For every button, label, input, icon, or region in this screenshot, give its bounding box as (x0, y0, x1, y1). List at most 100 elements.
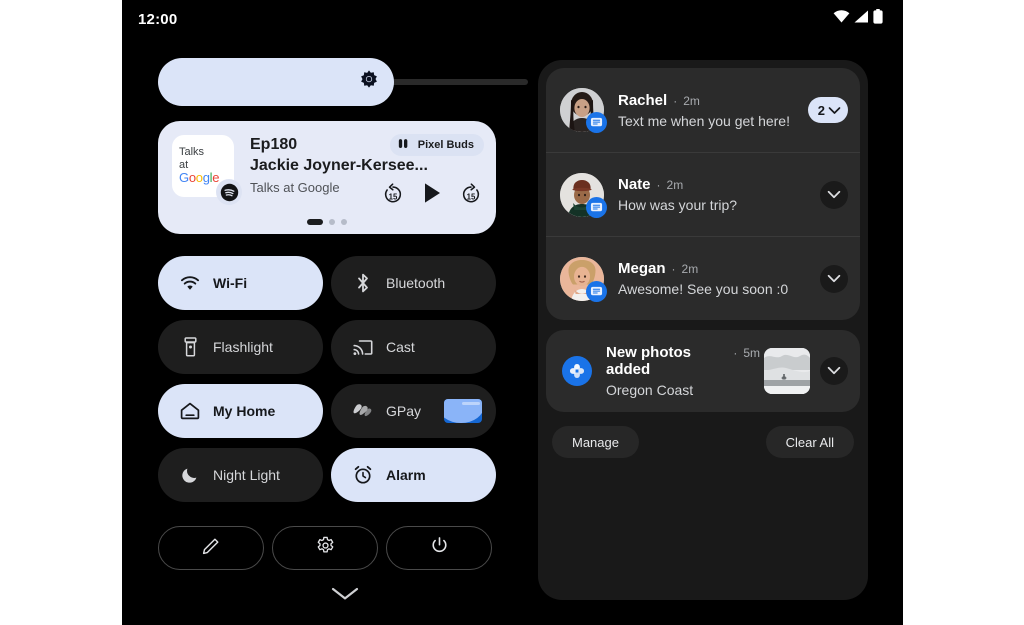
notification-header: Megan · 2m (618, 260, 820, 277)
messages-icon (586, 112, 607, 133)
notification-footer-actions: Manage Clear All (546, 412, 860, 458)
notification-separator: · (673, 93, 678, 108)
notification-sender: Nate (618, 176, 651, 193)
chevron-down-icon (330, 586, 360, 607)
notification-body: Nate · 2m How was your trip? (618, 176, 820, 213)
rewind-15-button[interactable]: 15 (382, 182, 404, 209)
media-title: Jackie Joyner-Kersee... (250, 157, 428, 174)
media-player-card[interactable]: Talks at Google Ep180 Jackie Joyner-Kers… (158, 121, 496, 234)
tile-my-home[interactable]: My Home (158, 384, 323, 438)
bluetooth-icon (353, 273, 373, 293)
notification-message: Awesome! See you soon :0 (618, 281, 789, 297)
flashlight-icon (180, 337, 200, 357)
notification-separator: · (656, 178, 661, 192)
spotify-icon (216, 179, 242, 205)
notification-body: Rachel · 2m Text me when you get here! (618, 92, 808, 129)
tile-label: My Home (213, 403, 276, 419)
cast-icon (353, 339, 373, 356)
edit-tiles-button[interactable] (158, 526, 264, 570)
notification-expand-button[interactable] (820, 357, 848, 385)
notification-time: 2m (683, 93, 700, 108)
notification-megan[interactable]: Megan · 2m Awesome! See you soon :0 (546, 236, 860, 320)
tile-label: Bluetooth (386, 275, 446, 291)
notification-header: New photos added · 5m (606, 344, 760, 378)
media-controls: 15 15 (382, 182, 482, 209)
gpay-icon (353, 403, 373, 419)
notification-separator: · (671, 262, 676, 276)
power-icon (430, 536, 449, 560)
power-button[interactable] (386, 526, 492, 570)
play-button[interactable] (422, 182, 442, 209)
messages-icon (586, 280, 607, 302)
wifi-icon (833, 10, 850, 28)
alarm-icon (353, 465, 373, 485)
notification-time: 2m (681, 262, 699, 276)
tile-label: Cast (386, 339, 415, 355)
earbuds-icon (398, 138, 413, 153)
messages-icon (586, 196, 607, 218)
chevron-down-icon (828, 103, 841, 118)
notification-expand-button[interactable] (820, 180, 848, 209)
quick-settings-tiles: Wi-Fi Bluetooth Flashlight Cast My Home … (158, 256, 532, 502)
google-wordmark: Google (179, 170, 220, 186)
brightness-slider-fill[interactable] (158, 58, 394, 106)
notification-photos[interactable]: New photos added · 5m Oregon Coast (546, 330, 860, 412)
notification-time: 2m (666, 178, 684, 192)
media-output-device-chip[interactable]: Pixel Buds (389, 134, 484, 156)
notification-body: Megan · 2m Awesome! See you soon :0 (618, 260, 820, 297)
page-dot[interactable] (341, 219, 347, 225)
notification-panel: Rachel · 2m Text me when you get here! 2 (538, 60, 868, 600)
phone-screen: 12:00 Talks at Google Ep180 Jackie Joyne… (122, 0, 903, 625)
manage-button[interactable]: Manage (552, 426, 639, 458)
status-bar-icons (833, 9, 883, 29)
moon-icon (180, 466, 200, 484)
home-icon (180, 402, 200, 420)
pencil-icon (202, 536, 221, 560)
forward-15-button[interactable]: 15 (460, 182, 482, 209)
google-photos-icon (562, 356, 592, 386)
chevron-down-icon (827, 362, 841, 380)
chevron-down-icon (827, 186, 841, 204)
tile-flashlight[interactable]: Flashlight (158, 320, 323, 374)
tile-cast[interactable]: Cast (331, 320, 496, 374)
page-dot[interactable] (329, 219, 335, 225)
settings-button[interactable] (272, 526, 378, 570)
svg-text:15: 15 (467, 192, 476, 201)
notification-header: Rachel · 2m (618, 92, 808, 109)
tile-alarm[interactable]: Alarm (331, 448, 496, 502)
gear-icon (316, 536, 335, 560)
tile-label: Wi-Fi (213, 275, 248, 291)
wifi-icon (180, 275, 200, 291)
page-dot-active[interactable] (307, 219, 323, 225)
tile-label: GPay (386, 403, 422, 419)
notification-group-count-badge[interactable]: 2 (807, 97, 848, 123)
status-bar-clock: 12:00 (138, 10, 178, 28)
clear-all-button[interactable]: Clear All (765, 426, 854, 458)
media-page-indicator[interactable] (158, 219, 496, 225)
tile-label: Night Light (213, 467, 280, 483)
notification-sender: Megan (618, 260, 666, 277)
notification-message: How was your trip? (618, 197, 738, 213)
quick-settings-footer-actions (158, 526, 532, 570)
tile-wifi[interactable]: Wi-Fi (158, 256, 323, 310)
avatar-wrapper (560, 88, 607, 133)
svg-text:15: 15 (389, 192, 398, 201)
avatar-wrapper (560, 256, 607, 302)
notification-header: Nate · 2m (618, 176, 820, 193)
group-count-label: 2 (817, 102, 825, 118)
tile-night-light[interactable]: Night Light (158, 448, 323, 502)
notification-photos-body: New photos added · 5m Oregon Coast (606, 344, 760, 398)
notification-rachel[interactable]: Rachel · 2m Text me when you get here! 2 (546, 68, 860, 152)
album-art-wrapper: Talks at Google (172, 135, 242, 205)
brightness-slider[interactable] (158, 58, 532, 106)
notification-nate[interactable]: Nate · 2m How was your trip? (546, 152, 860, 236)
notification-expand-button[interactable] (820, 264, 848, 293)
signal-icon (854, 10, 869, 28)
tile-label: Flashlight (213, 339, 273, 355)
notification-sender: Rachel (618, 91, 668, 109)
collapse-panel-handle[interactable] (158, 586, 532, 607)
tile-gpay[interactable]: GPay (331, 384, 496, 438)
tile-bluetooth[interactable]: Bluetooth (331, 256, 496, 310)
notification-group: Rachel · 2m Text me when you get here! 2 (546, 68, 860, 320)
notification-subtitle: Oregon Coast (606, 382, 694, 398)
